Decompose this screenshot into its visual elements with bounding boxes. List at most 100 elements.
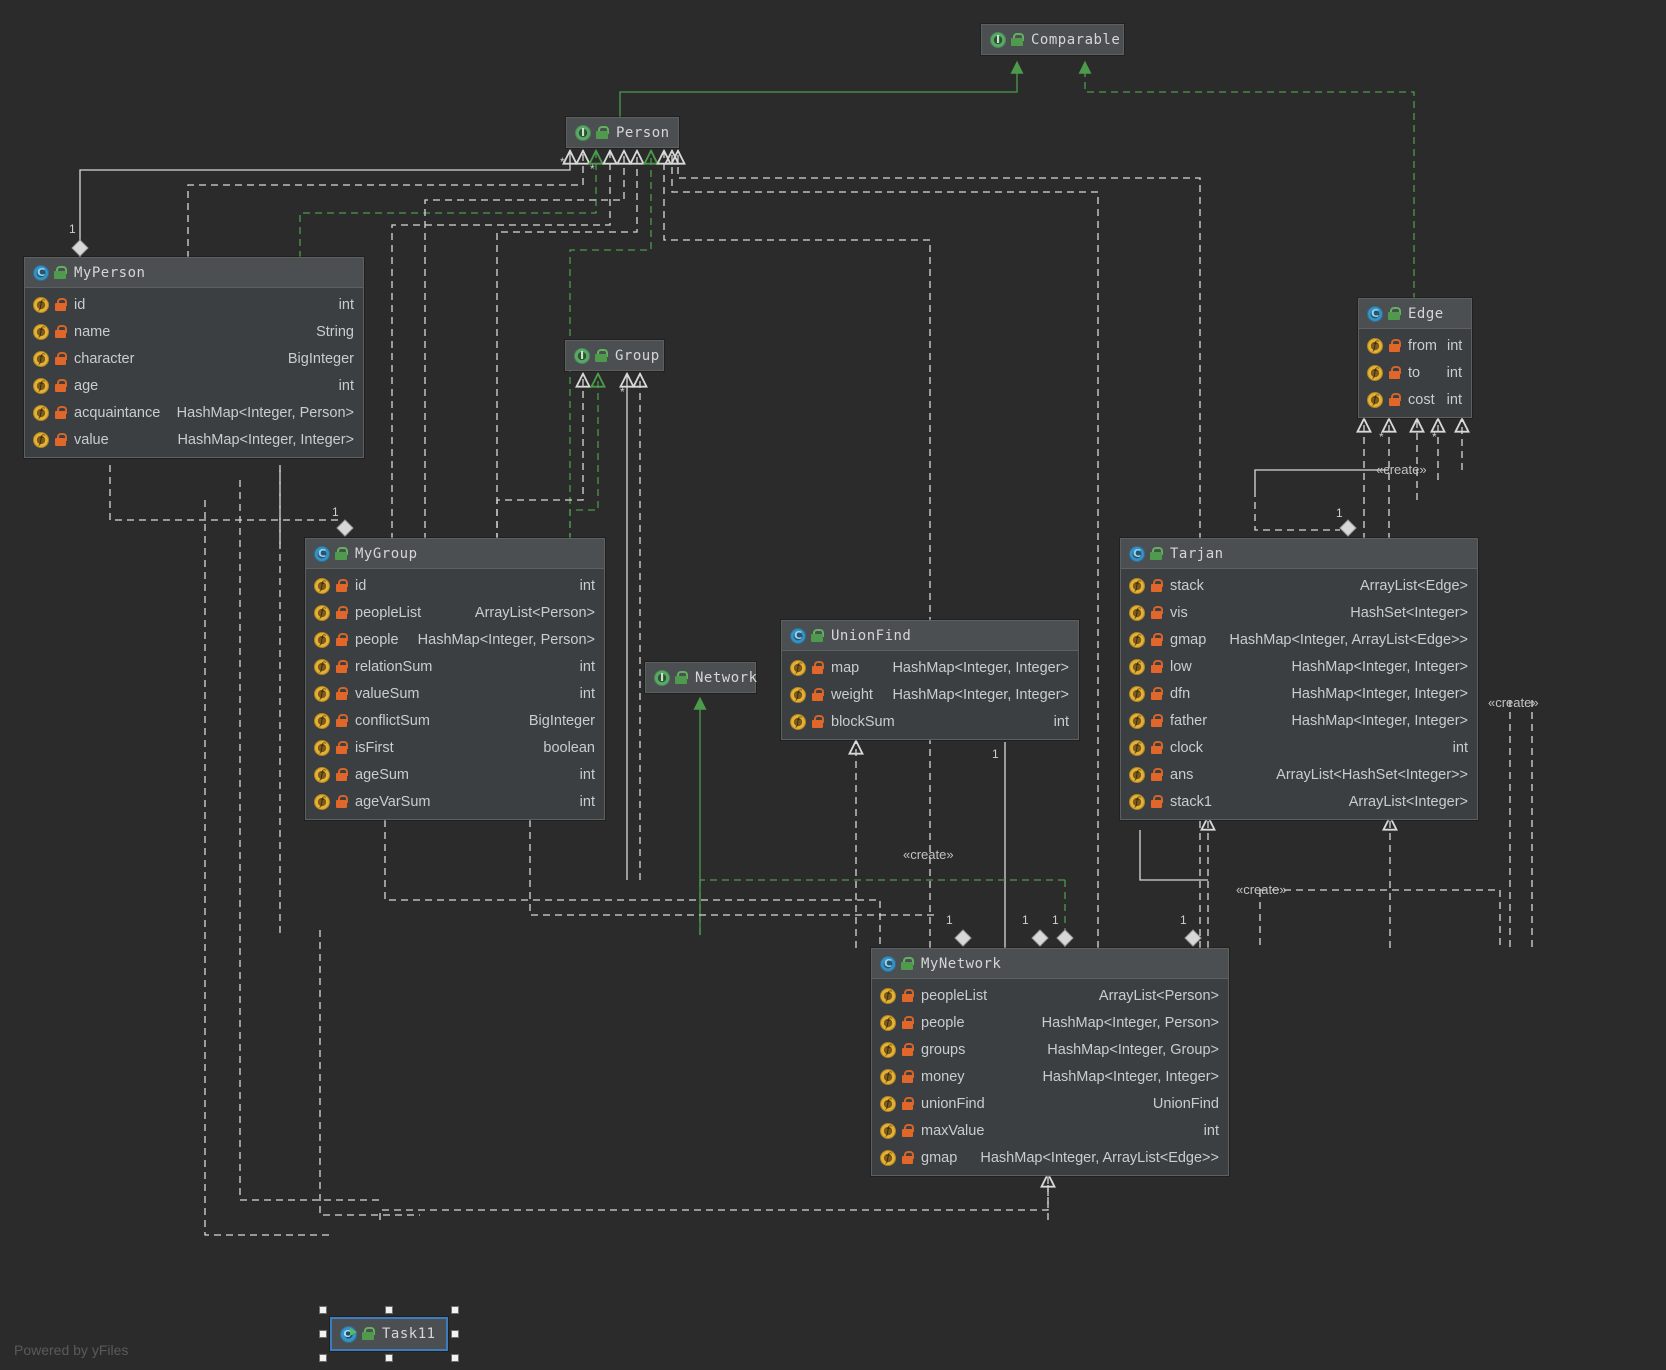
lock-private-icon	[336, 605, 348, 620]
node-title: MyPerson	[74, 264, 146, 281]
lock-green-icon	[596, 125, 609, 140]
field-row[interactable]: valueSum int	[306, 680, 604, 707]
node-group[interactable]: Group	[565, 340, 664, 371]
field-row[interactable]: father HashMap<Integer, Integer>	[1121, 707, 1477, 734]
field-row[interactable]: conflictSum BigInteger	[306, 707, 604, 734]
field-row[interactable]: map HashMap<Integer, Integer>	[782, 654, 1078, 681]
node-mygroup[interactable]: MyGroup id int peopleList ArrayList<Pers…	[305, 538, 605, 820]
resize-handle-nw[interactable]	[319, 1306, 327, 1314]
resize-handle-se[interactable]	[451, 1354, 459, 1362]
field-name: valueSum	[355, 685, 420, 702]
field-row[interactable]: dfn HashMap<Integer, Integer>	[1121, 680, 1477, 707]
field-row[interactable]: blockSum int	[782, 708, 1078, 735]
lock-private-icon	[1389, 365, 1401, 380]
node-fields: id int peopleList ArrayList<Person> peop…	[306, 569, 604, 819]
field-row[interactable]: acquaintance HashMap<Integer, Person>	[25, 399, 363, 426]
field-type: int	[579, 658, 595, 675]
field-icon	[33, 377, 49, 394]
node-title: UnionFind	[831, 627, 912, 644]
field-row[interactable]: value HashMap<Integer, Integer>	[25, 426, 363, 453]
node-task11[interactable]: Task11	[330, 1317, 448, 1351]
create-stereotype-label: «create»	[1488, 695, 1539, 710]
field-icon	[880, 1014, 896, 1031]
field-row[interactable]: name String	[25, 318, 363, 345]
field-row[interactable]: people HashMap<Integer, Person>	[306, 626, 604, 653]
field-row[interactable]: id int	[25, 291, 363, 318]
node-edge[interactable]: Edge from int to int cost int	[1358, 298, 1472, 418]
field-row[interactable]: vis HashSet<Integer>	[1121, 599, 1477, 626]
field-name: gmap	[1170, 631, 1207, 648]
field-row[interactable]: isFirst boolean	[306, 734, 604, 761]
node-unionfind[interactable]: UnionFind map HashMap<Integer, Integer> …	[781, 620, 1079, 740]
lock-green-icon	[811, 628, 824, 643]
field-type: int	[1446, 364, 1462, 381]
lock-green-icon	[595, 348, 608, 363]
lock-private-icon	[902, 1150, 914, 1165]
field-name: ageSum	[355, 766, 410, 783]
field-row[interactable]: peopleList ArrayList<Person>	[872, 982, 1228, 1009]
field-row[interactable]: ageVarSum int	[306, 788, 604, 815]
node-myperson[interactable]: MyPerson id int name String character Bi…	[24, 257, 364, 458]
field-icon	[314, 766, 330, 783]
field-row[interactable]: ageSum int	[306, 761, 604, 788]
field-name: people	[921, 1014, 965, 1031]
field-icon	[790, 713, 806, 730]
field-icon	[33, 296, 49, 313]
node-fields: map HashMap<Integer, Integer> weight Has…	[782, 651, 1078, 739]
multiplicity-label: 1	[332, 505, 339, 519]
field-row[interactable]: gmap HashMap<Integer, ArrayList<Edge>>	[1121, 626, 1477, 653]
field-row[interactable]: people HashMap<Integer, Person>	[872, 1009, 1228, 1036]
resize-handle-s[interactable]	[385, 1354, 393, 1362]
lock-private-icon	[1151, 605, 1163, 620]
field-row[interactable]: unionFind UnionFind	[872, 1090, 1228, 1117]
node-person[interactable]: Person	[566, 117, 679, 148]
resize-handle-e[interactable]	[451, 1330, 459, 1338]
field-row[interactable]: clock int	[1121, 734, 1477, 761]
field-row[interactable]: character BigInteger	[25, 345, 363, 372]
field-row[interactable]: weight HashMap<Integer, Integer>	[782, 681, 1078, 708]
field-name: conflictSum	[355, 712, 430, 729]
resize-handle-w[interactable]	[319, 1330, 327, 1338]
multiplicity-label: 1	[1180, 913, 1187, 927]
field-icon	[1367, 391, 1383, 408]
field-type: HashMap<Integer, ArrayList<Edge>>	[980, 1149, 1219, 1166]
resize-handle-ne[interactable]	[451, 1306, 459, 1314]
field-row[interactable]: ans ArrayList<HashSet<Integer>>	[1121, 761, 1477, 788]
field-row[interactable]: gmap HashMap<Integer, ArrayList<Edge>>	[872, 1144, 1228, 1171]
lock-private-icon	[902, 1015, 914, 1030]
node-tarjan[interactable]: Tarjan stack ArrayList<Edge> vis HashSet…	[1120, 538, 1478, 820]
field-row[interactable]: stack1 ArrayList<Integer>	[1121, 788, 1477, 815]
field-row[interactable]: stack ArrayList<Edge>	[1121, 572, 1477, 599]
field-icon	[790, 659, 806, 676]
field-icon	[314, 712, 330, 729]
field-row[interactable]: id int	[306, 572, 604, 599]
field-name: value	[74, 431, 109, 448]
field-row[interactable]: peopleList ArrayList<Person>	[306, 599, 604, 626]
field-row[interactable]: to int	[1359, 359, 1471, 386]
multiplicity-label: *	[560, 155, 565, 169]
lock-private-icon	[336, 686, 348, 701]
node-mynetwork[interactable]: MyNetwork peopleList ArrayList<Person> p…	[871, 948, 1229, 1176]
field-row[interactable]: from int	[1359, 332, 1471, 359]
lock-green-icon	[1011, 32, 1024, 47]
lock-private-icon	[1151, 659, 1163, 674]
class-icon	[33, 264, 49, 281]
field-row[interactable]: low HashMap<Integer, Integer>	[1121, 653, 1477, 680]
field-icon	[314, 658, 330, 675]
field-row[interactable]: age int	[25, 372, 363, 399]
field-row[interactable]: relationSum int	[306, 653, 604, 680]
resize-handle-n[interactable]	[385, 1306, 393, 1314]
field-type: HashMap<Integer, Integer>	[1291, 658, 1468, 675]
node-comparable[interactable]: Comparable	[981, 24, 1124, 55]
field-row[interactable]: maxValue int	[872, 1117, 1228, 1144]
node-network[interactable]: Network	[645, 662, 757, 693]
field-row[interactable]: money HashMap<Integer, Integer>	[872, 1063, 1228, 1090]
lock-private-icon	[1151, 578, 1163, 593]
lock-private-icon	[55, 378, 67, 393]
resize-handle-sw[interactable]	[319, 1354, 327, 1362]
lock-green-icon	[901, 956, 914, 971]
field-row[interactable]: groups HashMap<Integer, Group>	[872, 1036, 1228, 1063]
create-stereotype-label: «create»	[903, 847, 954, 862]
uml-diagram-canvas[interactable]: 1 1 1 1 1 1 1 1 * * * * * «create» «crea…	[0, 0, 1666, 1370]
field-row[interactable]: cost int	[1359, 386, 1471, 413]
